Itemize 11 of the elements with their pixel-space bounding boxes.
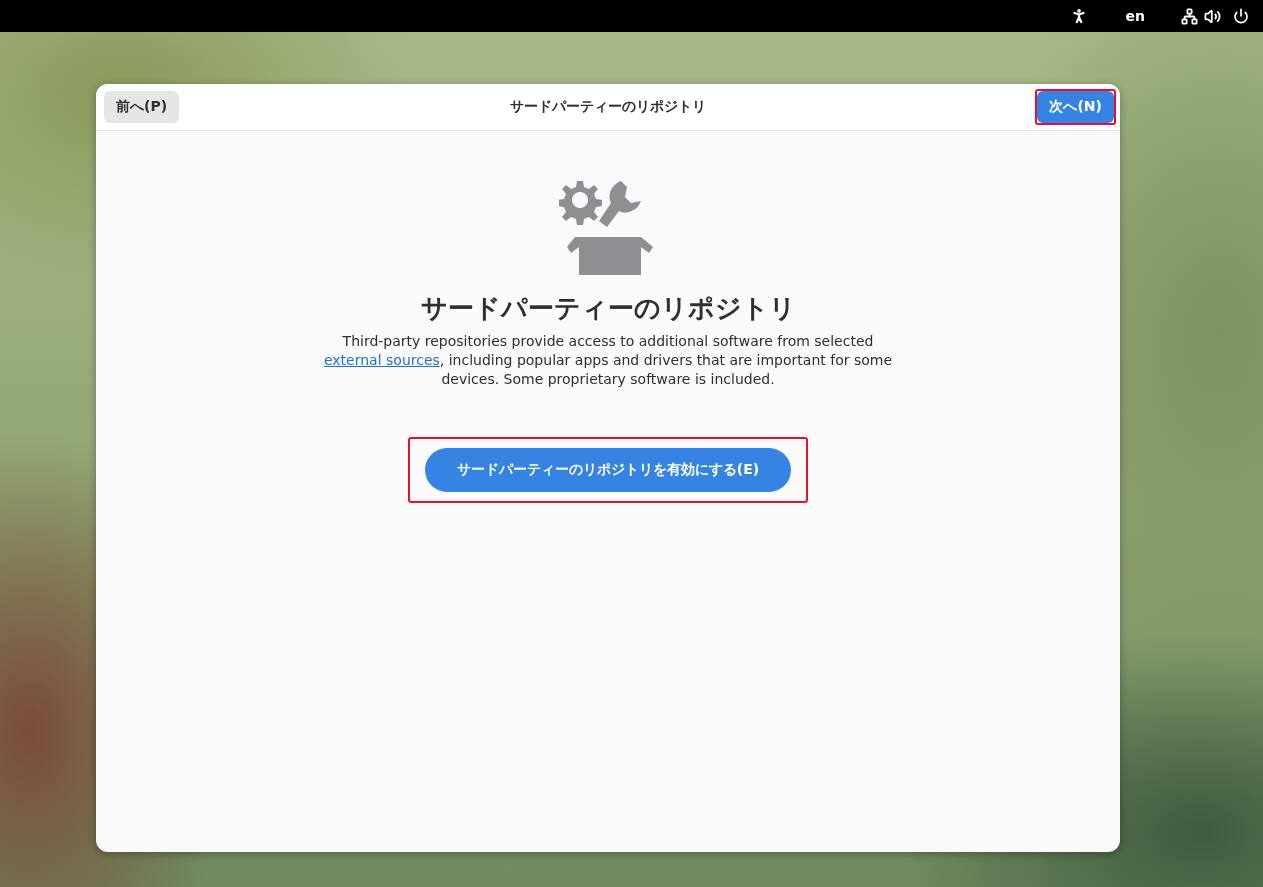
dialog-title: サードパーティーのリポジトリ [510, 98, 707, 116]
next-button[interactable]: 次へ(N) [1037, 91, 1114, 123]
enable-repositories-button[interactable]: サードパーティーのリポジトリを有効にする(E) [424, 448, 792, 492]
network-icon[interactable] [1181, 7, 1198, 25]
language-indicator[interactable]: en [1125, 8, 1145, 24]
page-heading: サードパーティーのリポジトリ [420, 292, 796, 325]
power-icon[interactable] [1233, 8, 1249, 24]
back-button[interactable]: 前へ(P) [104, 91, 180, 123]
volume-icon[interactable] [1204, 7, 1221, 25]
description-text: Third-party repositories provide access to additional software from selected external sources, including popular apps and drivers that are important for some devices. Some proprietary software is included. [323, 332, 893, 389]
external-sources-link[interactable]: external sources [323, 352, 440, 368]
